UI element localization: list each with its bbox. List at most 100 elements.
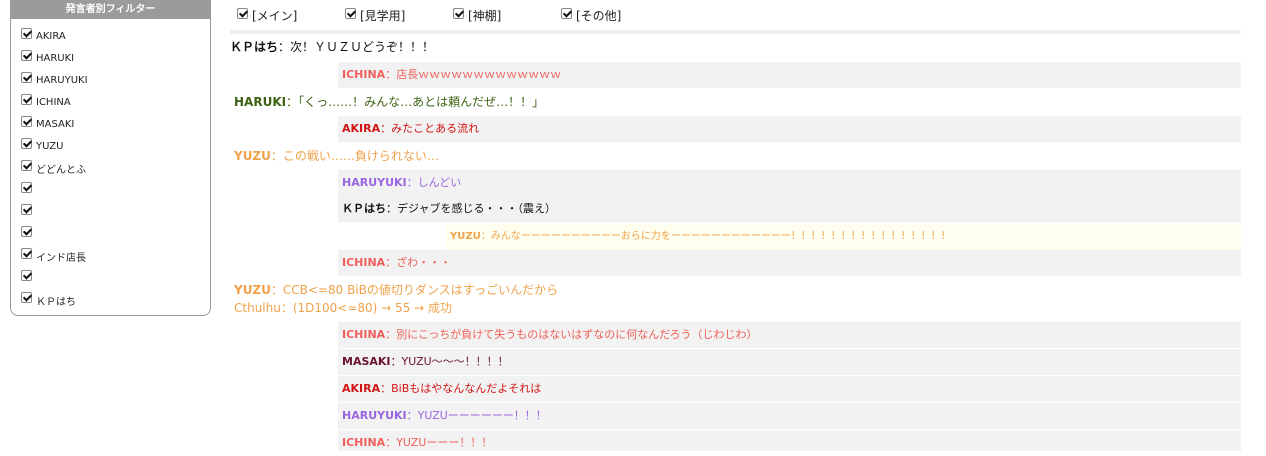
- log-entry: HARUYUKI：YUZUーーーーーー！！！: [338, 403, 1241, 429]
- log-entry: ICHINA：店長ｗｗｗｗｗｗｗｗｗｗｗｗｗ: [338, 62, 1241, 88]
- checkbox-haruki[interactable]: [21, 49, 32, 61]
- checkbox-haruyuki[interactable]: [21, 71, 32, 83]
- filter-item-masaki[interactable]: MASAKI: [11, 113, 210, 135]
- speaker-name: AKIRA: [342, 382, 381, 395]
- message-text: しんどい: [417, 176, 462, 189]
- checkbox-ichina[interactable]: [21, 93, 32, 105]
- separator: ：: [385, 436, 397, 449]
- tab-label: [その他]: [576, 9, 622, 23]
- separator: ：: [270, 283, 283, 297]
- checkbox-masaki[interactable]: [21, 115, 32, 127]
- speaker-name: ICHINA: [342, 68, 386, 81]
- filter-item-india-tencho[interactable]: インド店長: [11, 245, 210, 267]
- checkbox-blank-1[interactable]: [21, 181, 32, 193]
- message-text: 「くっ……！みんな…あとは頼んだぜ…！！」: [298, 95, 545, 109]
- log-entry: AKIRA：みたことある流れ: [338, 116, 1241, 142]
- speaker-filter-list: AKIRA HARUKI HARUYUKI ICHINA MASAKI YUZU…: [11, 19, 210, 311]
- message-text: BiBもはやなんなんだよそれは: [391, 382, 542, 395]
- dice-result: Cthulhu：(1D100<=80) → 55 → 成功: [234, 301, 452, 315]
- message-text: YUZUーーーーーー！！！: [417, 409, 547, 422]
- filter-label: どどんとふ: [36, 164, 86, 176]
- message-text: YUZU〜〜〜！！！！: [401, 355, 509, 368]
- filter-item-blank-1[interactable]: [11, 179, 210, 201]
- checkbox-kamidana[interactable]: [453, 8, 464, 19]
- tab-kengaku[interactable]: [見学用]: [345, 7, 405, 24]
- speaker-name: HARUYUKI: [342, 176, 407, 189]
- log-entry: MASAKI：YUZU〜〜〜！！！！: [338, 349, 1241, 375]
- checkbox-india-tencho[interactable]: [21, 247, 32, 259]
- log-entry: YUZU：この戦い……負けられない…: [234, 143, 1241, 169]
- speaker-name: YUZU: [234, 149, 271, 163]
- log-entry: HARUYUKI：しんどい: [338, 170, 1241, 196]
- speaker-name: ＫＰはち: [230, 40, 279, 54]
- log-entry: ICHINA：別にこっちが負けて失うものはないはずなのに何なんだろう（じわじわ）: [338, 322, 1241, 348]
- filter-label: HARUYUKI: [36, 74, 88, 86]
- filter-label: インド店長: [36, 252, 86, 264]
- tab-kamidana[interactable]: [神棚]: [453, 7, 501, 24]
- message-text: この戦い……負けられない…: [282, 149, 439, 163]
- tab-main[interactable]: [メイン]: [237, 7, 297, 24]
- filter-label: MASAKI: [36, 118, 75, 130]
- checkbox-blank-2[interactable]: [21, 203, 32, 215]
- filter-label: YUZU: [36, 140, 64, 152]
- separator: ：: [480, 231, 491, 242]
- separator: ：: [386, 202, 397, 215]
- speaker-name: ICHINA: [342, 328, 386, 341]
- speaker-name: ＫＰはち: [342, 202, 386, 215]
- log-entry: ＫＰはち：デジャブを感じる・・・（震え）: [338, 196, 1241, 222]
- speaker-filter-title: 発言者別フィルター: [11, 0, 210, 19]
- filter-item-akira[interactable]: AKIRA: [11, 25, 210, 47]
- log-entry: YUZU：みんなーーーーーーーーーーおらに力をーーーーーーーーーーーー！！！！！…: [446, 224, 1241, 250]
- log-entry: AKIRA：BiBもはやなんなんだよそれは: [338, 376, 1241, 402]
- speaker-name: ICHINA: [342, 436, 386, 449]
- message-text: 店長ｗｗｗｗｗｗｗｗｗｗｗｗｗ: [396, 68, 562, 81]
- separator: ：: [286, 95, 299, 109]
- filter-item-yuzu[interactable]: YUZU: [11, 135, 210, 157]
- message-text: ざわ・・・: [396, 256, 452, 269]
- filter-item-haruyuki[interactable]: HARUYUKI: [11, 69, 210, 91]
- speaker-name: AKIRA: [342, 122, 381, 135]
- checkbox-other[interactable]: [561, 8, 572, 19]
- speaker-name: MASAKI: [342, 355, 391, 368]
- separator: ：: [406, 409, 418, 422]
- filter-item-ichina[interactable]: ICHINA: [11, 91, 210, 113]
- speaker-name: HARUYUKI: [342, 409, 407, 422]
- log-entry: YUZU：CCB<=80 BiBの値切りダンスはすっごいんだから Cthulhu…: [234, 281, 558, 317]
- filter-item-blank-2[interactable]: [11, 201, 210, 223]
- filter-item-blank-4[interactable]: [11, 267, 210, 289]
- tab-other[interactable]: [その他]: [561, 7, 621, 24]
- log-entry: ＫＰはち：次！ＹＵＺＵどうぞ！！！: [230, 34, 1241, 60]
- speaker-name: HARUKI: [234, 95, 287, 109]
- speaker-name: ICHINA: [342, 256, 386, 269]
- filter-label: HARUKI: [36, 52, 75, 64]
- message-text: 次！ＹＵＺＵどうぞ！！！: [290, 40, 435, 54]
- checkbox-kp-hachi[interactable]: [21, 291, 32, 303]
- separator: ：: [385, 328, 397, 341]
- tab-label: [メイン]: [252, 9, 298, 23]
- checkbox-dodontof[interactable]: [21, 159, 32, 171]
- message-text: YUZUーーー！！！: [396, 436, 493, 449]
- checkbox-kengaku[interactable]: [345, 8, 356, 19]
- filter-label: ICHINA: [36, 96, 71, 108]
- checkbox-main[interactable]: [237, 8, 248, 19]
- separator: ：: [385, 68, 397, 81]
- speaker-name: YUZU: [450, 231, 481, 242]
- message-text: デジャブを感じる・・・（震え）: [397, 202, 556, 215]
- filter-label: ＫＰはち: [36, 296, 76, 308]
- separator: ：: [270, 149, 283, 163]
- filter-item-blank-3[interactable]: [11, 223, 210, 245]
- message-text: みたことある流れ: [391, 122, 480, 135]
- filter-item-dodontof[interactable]: どどんとふ: [11, 157, 210, 179]
- filter-item-haruki[interactable]: HARUKI: [11, 47, 210, 69]
- checkbox-blank-3[interactable]: [21, 225, 32, 237]
- separator: ：: [406, 176, 418, 189]
- log-entry: ICHINA：YUZUーーー！！！: [338, 430, 1241, 451]
- separator: ：: [278, 40, 291, 54]
- filter-item-kp-hachi[interactable]: ＫＰはち: [11, 289, 210, 311]
- separator: ：: [380, 382, 392, 395]
- checkbox-akira[interactable]: [21, 27, 32, 39]
- checkbox-blank-4[interactable]: [21, 269, 32, 281]
- speaker-name: YUZU: [234, 283, 271, 297]
- speaker-filter-panel: 発言者別フィルター AKIRA HARUKI HARUYUKI ICHINA M…: [10, 0, 211, 316]
- checkbox-yuzu[interactable]: [21, 137, 32, 149]
